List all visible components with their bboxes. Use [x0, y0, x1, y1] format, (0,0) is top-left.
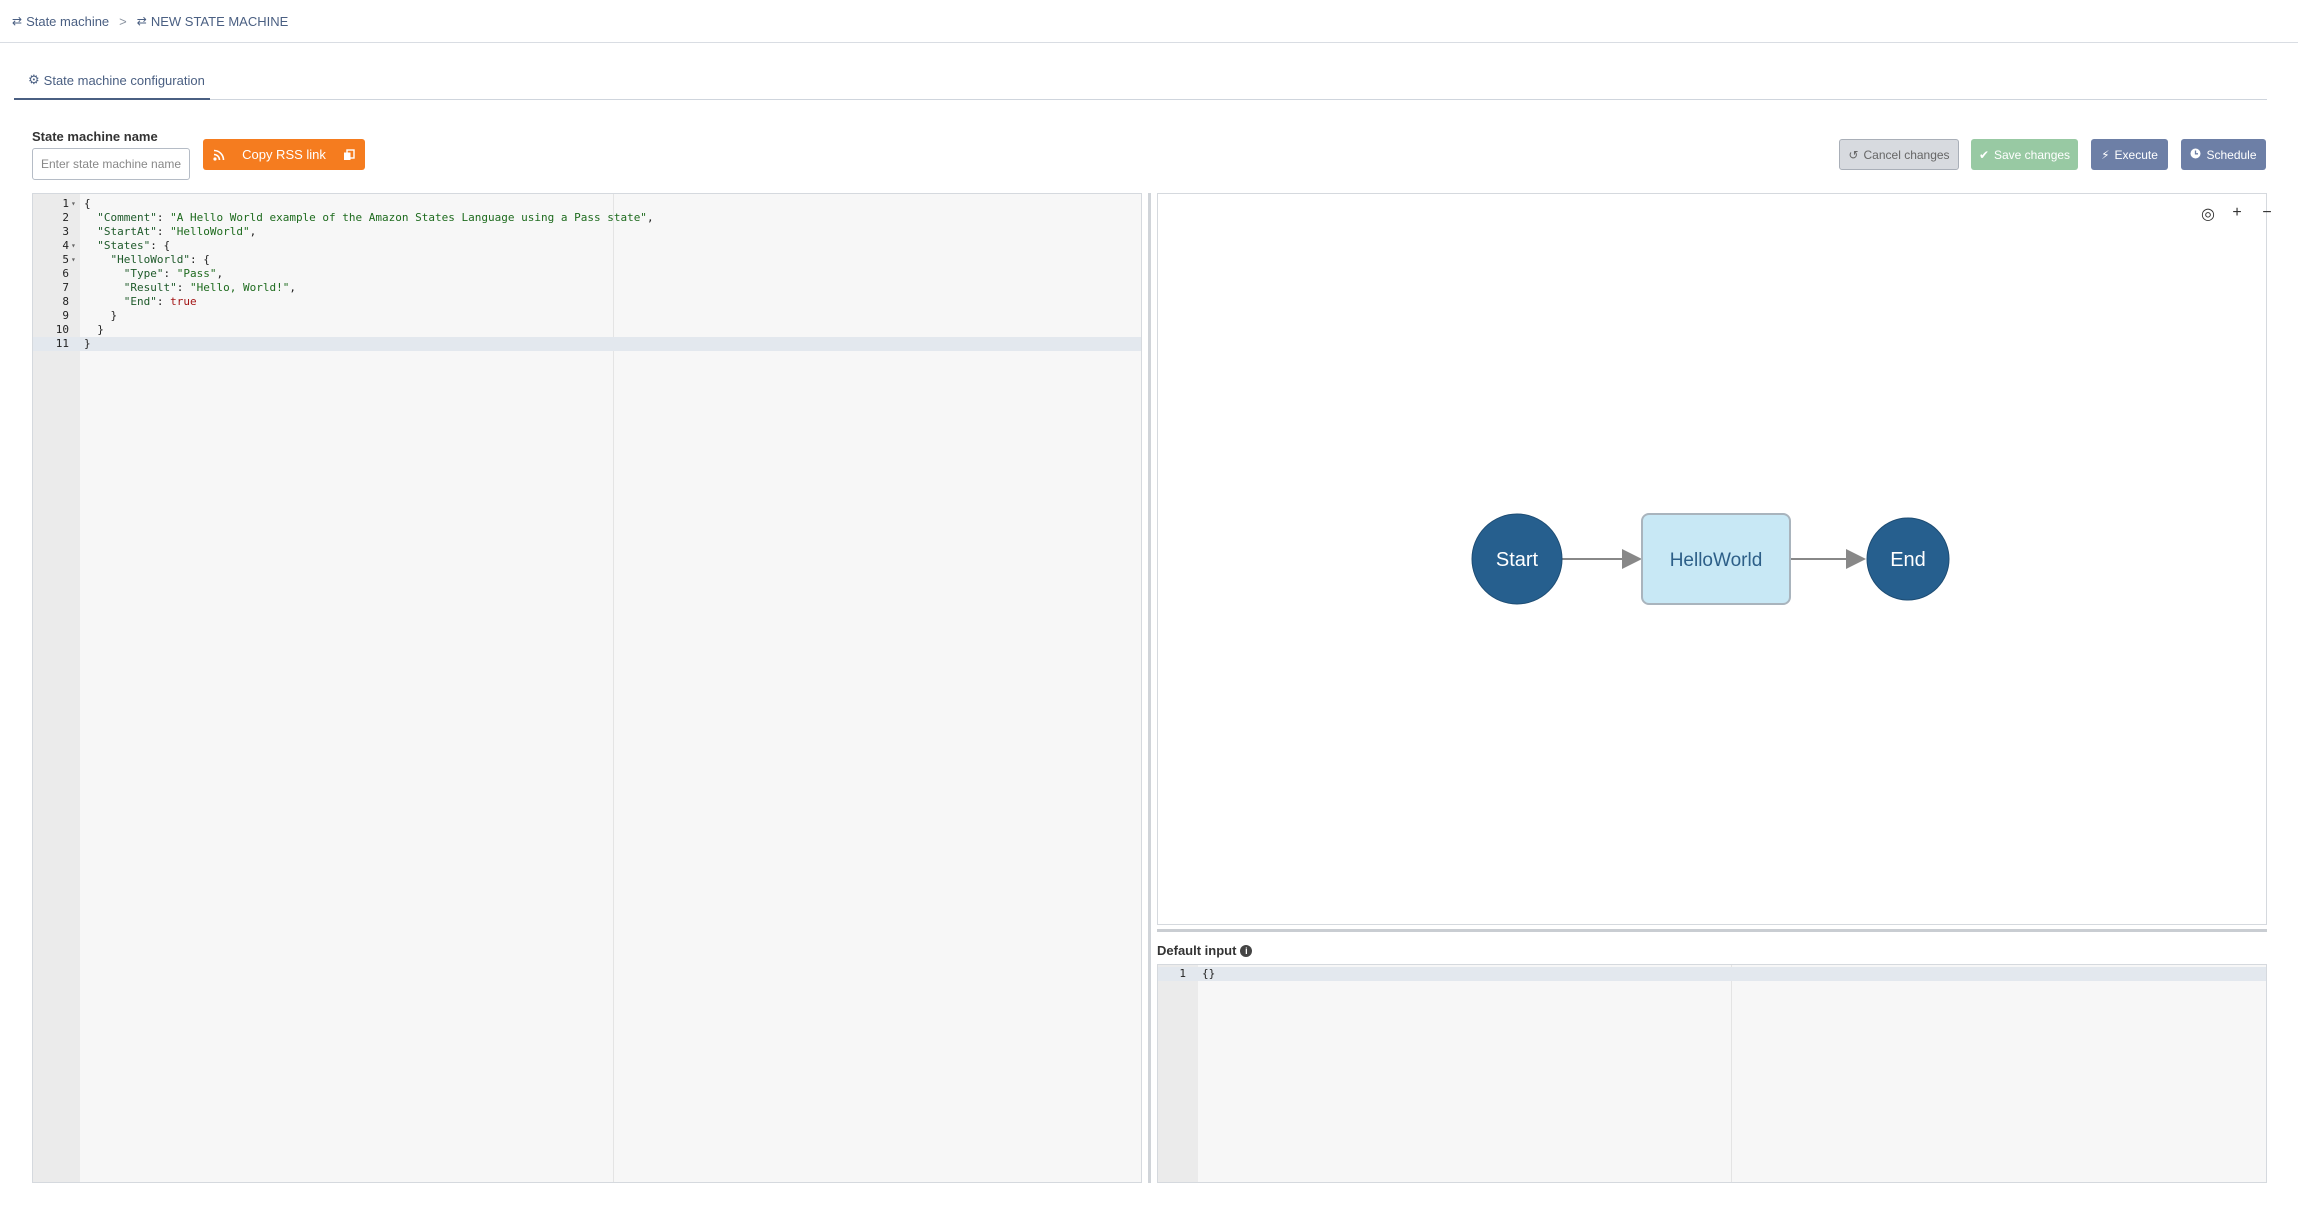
code-line: 11} — [33, 337, 1141, 351]
fold-toggle-icon[interactable]: ▾ — [71, 239, 76, 253]
line-number: 10 — [55, 323, 69, 336]
input-code-lines: 1 {} — [1158, 965, 2266, 981]
save-changes-label: Save changes — [1994, 147, 2071, 162]
state-machine-name-label: State machine name — [32, 129, 158, 144]
code-line: 2 "Comment": "A Hello World example of t… — [33, 211, 1141, 225]
rss-icon — [213, 149, 225, 161]
breadcrumb-item-state-machine[interactable]: State machine — [26, 14, 109, 29]
state-graph: Start HelloWorld End — [1471, 513, 1950, 605]
tab-bar: ⚙ State machine configuration — [14, 62, 2267, 100]
tab-label: State machine configuration — [43, 72, 205, 88]
line-number: 3 — [62, 225, 69, 238]
line-number: 1 — [1179, 967, 1186, 980]
code-text: "Type": "Pass", — [123, 267, 224, 280]
node-end-label: End — [1890, 549, 1926, 571]
definition-code-editor[interactable]: 1 ▾{2 "Comment": "A Hello World example o… — [32, 193, 1142, 1183]
clock-icon — [2190, 148, 2201, 162]
line-number-gutter — [1158, 965, 1198, 1182]
code-line: 10 } — [33, 323, 1141, 337]
default-input-editor[interactable]: 1 {} — [1157, 964, 2267, 1183]
code-text: } — [84, 337, 91, 350]
execute-button[interactable]: ⚡ Execute — [2091, 139, 2168, 170]
code-line: 5 ▾ "HelloWorld": { — [33, 253, 1141, 267]
line-number: 6 — [62, 267, 69, 280]
line-number: 8 — [62, 295, 69, 308]
code-text: "Comment": "A Hello World example of the… — [97, 211, 654, 224]
node-end[interactable]: End — [1866, 517, 1950, 601]
horizontal-splitter[interactable] — [1157, 929, 2267, 932]
node-start[interactable]: Start — [1471, 513, 1563, 605]
line-number: 11 — [55, 337, 69, 350]
undo-icon: ↺ — [1848, 147, 1859, 162]
code-text: "End": true — [123, 295, 197, 308]
code-text: {} — [1202, 967, 1216, 980]
node-start-label: Start — [1496, 549, 1539, 571]
line-number: 2 — [62, 211, 69, 224]
default-input-label-text: Default input — [1157, 943, 1237, 958]
line-number: 5 — [62, 253, 69, 266]
code-line: 3 "StartAt": "HelloWorld", — [33, 225, 1141, 239]
code-text: "Result": "Hello, World!", — [123, 281, 296, 294]
info-icon[interactable]: i — [1240, 944, 1253, 957]
code-lines: 1 ▾{2 "Comment": "A Hello World example o… — [33, 194, 1141, 351]
state-machine-name-input[interactable] — [32, 148, 190, 180]
code-text: "StartAt": "HelloWorld", — [97, 225, 257, 238]
fold-toggle-icon[interactable]: ▾ — [71, 197, 76, 211]
schedule-label: Schedule — [2206, 147, 2257, 162]
copy-rss-link-label: Copy RSS link — [242, 147, 326, 162]
cancel-changes-button[interactable]: ↺ Cancel changes — [1839, 139, 1959, 170]
gear-icon: ⚙ — [28, 72, 40, 87]
code-line: 1 {} — [1158, 967, 2266, 981]
code-text: "States": { — [97, 239, 171, 252]
node-helloworld-label: HelloWorld — [1670, 550, 1763, 571]
code-line: 6 "Type": "Pass", — [33, 267, 1141, 281]
code-line: 1 ▾ { — [33, 197, 1141, 211]
state-graph-canvas[interactable]: ◎ + − Start HelloWorld End — [1157, 193, 2272, 925]
node-helloworld[interactable]: HelloWorld — [1641, 513, 1791, 605]
copy-icon — [344, 148, 355, 160]
vertical-splitter[interactable] — [1148, 193, 1151, 1183]
copy-rss-link-button[interactable]: Copy RSS link — [203, 139, 365, 170]
breadcrumb: ⇄ State machine > ⇄ NEW STATE MACHINE — [12, 14, 288, 29]
line-number: 7 — [62, 281, 69, 294]
refresh-icon: ⇄ — [12, 14, 23, 28]
save-changes-button[interactable]: ✔ Save changes — [1971, 139, 2078, 170]
execute-label: Execute — [2114, 147, 2158, 162]
line-number: 9 — [62, 309, 69, 322]
code-line: 9 } — [33, 309, 1141, 323]
breadcrumb-separator: > — [119, 13, 127, 29]
code-line: 8 "End": true — [33, 295, 1141, 309]
top-bar: ⇄ State machine > ⇄ NEW STATE MACHINE — [0, 0, 2298, 43]
breadcrumb-item-current: NEW STATE MACHINE — [150, 13, 289, 29]
code-text: } — [84, 309, 118, 322]
bolt-icon: ⚡ — [2101, 147, 2110, 162]
code-line: 7 "Result": "Hello, World!", — [33, 281, 1141, 295]
line-number: 1 — [62, 197, 69, 210]
code-text: } — [84, 323, 104, 336]
code-text: { — [84, 197, 91, 210]
cancel-changes-label: Cancel changes — [1863, 147, 1950, 162]
schedule-button[interactable]: Schedule — [2181, 139, 2266, 170]
code-text: "HelloWorld": { — [110, 253, 210, 266]
line-number: 4 — [62, 239, 69, 252]
code-line: 4 ▾ "States": { — [33, 239, 1141, 253]
check-icon: ✔ — [1978, 147, 1989, 162]
fold-toggle-icon[interactable]: ▾ — [71, 253, 76, 267]
refresh-icon: ⇄ — [136, 14, 147, 28]
default-input-label: Default input i — [1157, 943, 1253, 958]
tab-state-machine-configuration[interactable]: ⚙ State machine configuration — [14, 62, 210, 100]
print-margin — [1731, 965, 1732, 1182]
